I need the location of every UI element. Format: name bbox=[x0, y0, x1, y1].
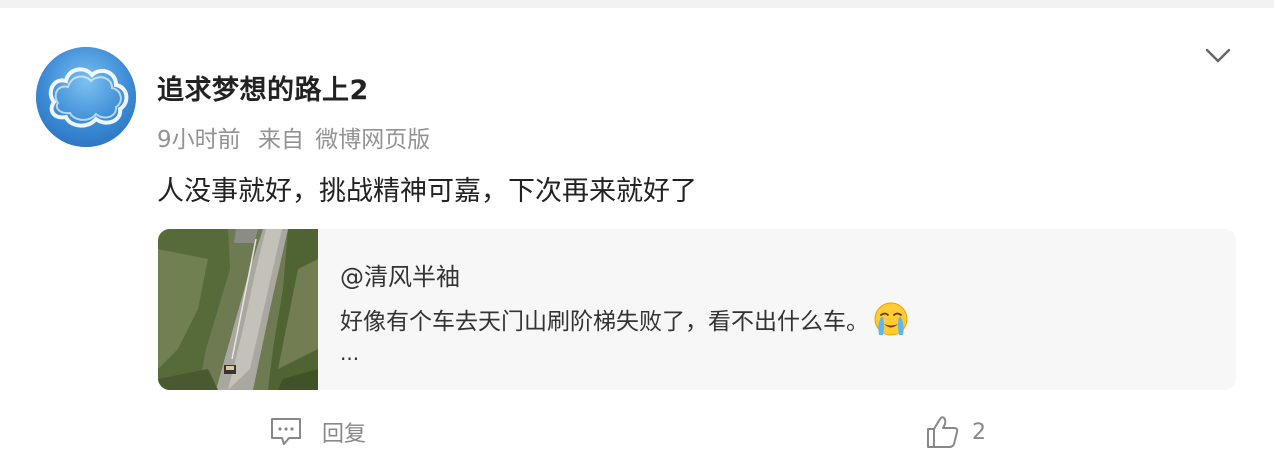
quoted-text: 好像有个车去天门山刷阶梯失败了，看不出什么车。 bbox=[340, 301, 909, 337]
cloud-avatar-image bbox=[36, 47, 136, 147]
comment-icon bbox=[271, 418, 301, 445]
chevron-down-icon[interactable] bbox=[1204, 44, 1232, 68]
source-prefix: 来自 bbox=[257, 127, 304, 153]
quoted-post-card[interactable]: @清风半袖 好像有个车去天门山刷阶梯失败了，看不出什么车。 ... bbox=[158, 229, 1236, 390]
crying-face-emoji-icon bbox=[874, 302, 908, 336]
username[interactable]: 追求梦想的路上2 bbox=[157, 68, 369, 107]
quoted-ellipsis: ... bbox=[340, 341, 360, 365]
like-button[interactable]: 2 bbox=[926, 414, 986, 450]
comment-text: 人没事就好，挑战精神可嘉，下次再来就好了 bbox=[157, 176, 697, 207]
like-count: 2 bbox=[972, 419, 986, 445]
timestamp: 9小时前 bbox=[157, 127, 241, 153]
thumbs-up-icon bbox=[927, 416, 959, 448]
quoted-text-content: 好像有个车去天门山刷阶梯失败了，看不出什么车。 bbox=[340, 309, 869, 335]
source-link[interactable]: 微博网页版 bbox=[315, 127, 430, 153]
avatar[interactable] bbox=[36, 47, 136, 147]
quoted-author[interactable]: @清风半袖 bbox=[340, 257, 460, 292]
comment-meta: 9小时前 来自 微博网页版 bbox=[157, 120, 440, 154]
top-divider bbox=[0, 0, 1274, 8]
quoted-post-thumbnail[interactable] bbox=[158, 229, 318, 390]
reply-button[interactable]: 回复 bbox=[270, 416, 366, 448]
reply-label: 回复 bbox=[322, 422, 367, 447]
